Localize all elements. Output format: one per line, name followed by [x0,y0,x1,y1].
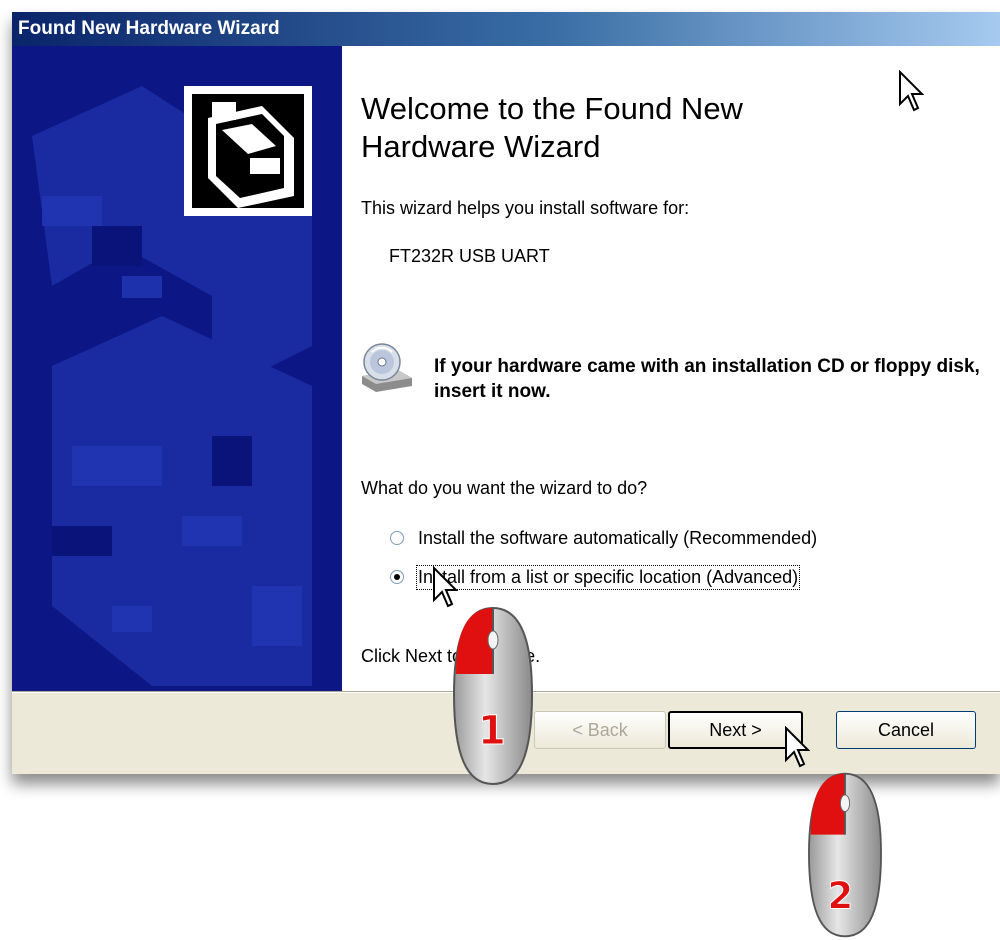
back-button[interactable]: < Back [534,711,666,749]
device-name: FT232R USB UART [389,246,550,266]
intro-text: This wizard helps you install software f… [361,198,690,218]
cancel-button[interactable]: Cancel [836,711,976,749]
sidebar-pattern [12,46,342,691]
wizard-heading: Welcome to the Found New Hardware Wizard [361,91,743,164]
mouse-left-click-icon: 2 [808,772,882,938]
wizard-sidebar-banner [12,46,342,691]
mouse-left-click-icon: 1 [452,606,534,786]
next-button[interactable]: Next > [668,711,803,749]
cd-drive-icon [362,343,412,392]
radio-automatic[interactable] [390,531,404,545]
cd-prompt: If your hardware came with an installati… [434,356,980,402]
radio-advanced[interactable] [390,570,404,584]
arrow-cursor-icon [785,726,810,768]
option-automatic-label[interactable]: Install the software automatically (Reco… [418,528,817,549]
question-text: What do you want the wizard to do? [361,478,648,498]
hardware-wizard-icon [184,86,312,216]
option-advanced-label[interactable]: Install from a list or specific location… [415,564,801,590]
step-1-label: 1 [478,708,506,754]
arrow-cursor-icon [433,566,458,608]
option-automatic[interactable]: Install the software automatically (Reco… [390,525,817,551]
arrow-cursor-icon [899,70,924,112]
title-bar[interactable]: Found New Hardware Wizard [12,12,1000,46]
step-2-label: 2 [827,875,853,918]
